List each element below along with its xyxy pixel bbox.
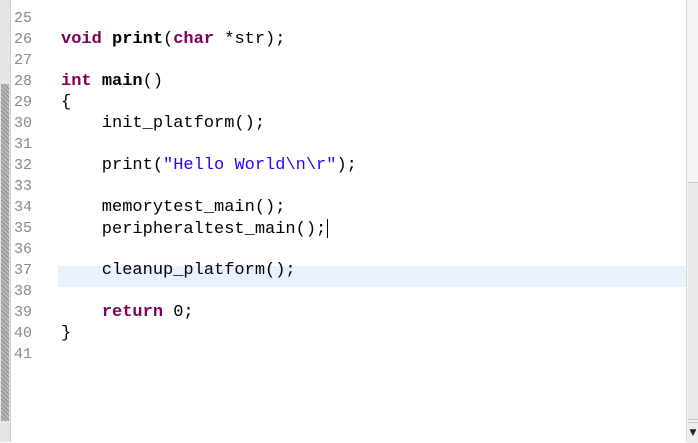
- line-number: 31: [14, 136, 33, 153]
- code-line[interactable]: 31: [0, 134, 686, 155]
- line-number: 25: [14, 10, 33, 27]
- function-name-token: main: [101, 72, 143, 91]
- code-text[interactable]: }: [61, 324, 71, 343]
- code-token: memorytest_main();: [61, 198, 286, 217]
- string-token: "Hello World\n\r": [163, 156, 337, 175]
- line-number: 41: [14, 346, 33, 363]
- code-line[interactable]: 25: [0, 8, 686, 29]
- keyword-token: void: [61, 30, 102, 49]
- code-token: peripheraltest_main();: [61, 219, 327, 239]
- line-number: 39: [14, 304, 33, 321]
- keyword-token: char: [173, 30, 215, 49]
- code-text[interactable]: peripheraltest_main();: [61, 218, 329, 239]
- code-token: cleanup_platform();: [61, 261, 296, 280]
- line-number: 28: [14, 73, 33, 90]
- line-number: 35: [14, 220, 33, 237]
- line-number: 26: [14, 31, 33, 48]
- code-line[interactable]: 27: [0, 50, 686, 71]
- code-text[interactable]: memorytest_main();: [61, 198, 286, 217]
- keyword-token: return: [101, 303, 164, 322]
- code-line[interactable]: 30 init_platform();: [0, 113, 686, 134]
- line-number: 37: [14, 262, 33, 279]
- code-text[interactable]: init_platform();: [61, 114, 265, 133]
- function-name-token: print: [112, 30, 164, 49]
- code-token: print(: [61, 156, 164, 175]
- line-number: 33: [14, 178, 33, 195]
- code-editor[interactable]: 25 26 void print(char *str); 27 28 int main()…: [0, 0, 698, 443]
- code-line[interactable]: 29 {: [0, 92, 686, 113]
- line-number: 32: [14, 157, 33, 174]
- code-token: init_platform();: [61, 114, 266, 133]
- code-line[interactable]: 37 cleanup_platform();: [0, 260, 686, 281]
- code-text[interactable]: print("Hello World\n\r");: [61, 156, 357, 175]
- code-line[interactable]: 33: [0, 176, 686, 197]
- code-line[interactable]: 26 void print(char *str);: [0, 29, 686, 50]
- code-line[interactable]: 41: [0, 344, 686, 365]
- code-line[interactable]: 39 return 0;: [0, 302, 686, 323]
- line-number: 38: [14, 283, 33, 300]
- line-number: 34: [14, 199, 33, 216]
- code-line[interactable]: 28 int main(): [0, 71, 686, 92]
- code-text[interactable]: return 0;: [61, 303, 194, 322]
- code-token: {: [61, 93, 72, 112]
- code-line[interactable]: 36: [0, 239, 686, 260]
- text-cursor: [327, 218, 329, 238]
- code-token: (): [142, 72, 164, 91]
- code-token: }: [61, 324, 72, 343]
- code-line[interactable]: 38: [0, 281, 686, 302]
- code-line[interactable]: 35 peripheraltest_main();: [0, 218, 686, 239]
- code-line[interactable]: 32 print("Hello World\n\r");: [0, 155, 686, 176]
- code-text[interactable]: {: [61, 93, 71, 112]
- scroll-down-arrow-icon[interactable]: ▼: [688, 422, 698, 443]
- line-number: 27: [14, 52, 33, 69]
- code-text[interactable]: cleanup_platform();: [61, 261, 296, 280]
- code-text[interactable]: int main(): [61, 72, 163, 91]
- code-token: *str);: [214, 30, 286, 49]
- code-line[interactable]: 34 memorytest_main();: [0, 197, 686, 218]
- line-number: 40: [14, 325, 33, 342]
- line-number: 36: [14, 241, 33, 258]
- keyword-token: int: [61, 72, 92, 91]
- code-text[interactable]: void print(char *str);: [61, 30, 285, 49]
- code-token: );: [336, 156, 357, 175]
- code-line[interactable]: 40}: [0, 323, 686, 344]
- code-token: 0;: [163, 303, 194, 322]
- scrollbar-thumb[interactable]: [688, 182, 698, 420]
- line-number: 29: [14, 94, 33, 111]
- code-token: (: [163, 30, 174, 49]
- line-number: 30: [14, 115, 33, 132]
- vertical-scrollbar[interactable]: ▼: [686, 0, 698, 443]
